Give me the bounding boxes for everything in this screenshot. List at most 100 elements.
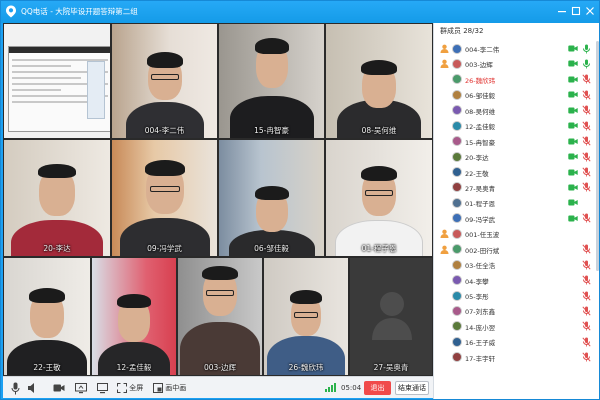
member-name: 001-任玉波: [465, 231, 500, 240]
speaker-icon[interactable]: [27, 381, 38, 395]
member-name: 20-李达: [465, 154, 489, 163]
member-row[interactable]: 17-丰宇轩: [434, 350, 599, 365]
video-tile[interactable]: 01-程子恩: [325, 139, 433, 257]
video-tile[interactable]: 20-李达: [3, 139, 111, 257]
video-tile-label: 22-王敬: [33, 363, 61, 372]
mic-muted-icon: [582, 275, 591, 285]
call-timer: 05:04: [341, 384, 362, 392]
avatar: [452, 213, 462, 224]
member-name: 17-丰宇轩: [465, 354, 496, 363]
camera-on-icon: [568, 45, 578, 52]
avatar: [452, 43, 462, 54]
member-row[interactable]: 04-李攀: [434, 273, 599, 288]
video-tile-label: 06-邹佳毅: [254, 244, 289, 253]
member-name: 27-吴奥青: [465, 184, 496, 193]
avatar: [452, 244, 462, 255]
picture-in-picture-button[interactable]: 画中画: [153, 381, 186, 395]
avatar: [452, 228, 462, 239]
member-row[interactable]: 08-吴何维: [434, 103, 599, 118]
member-row[interactable]: 002-田行斌: [434, 242, 599, 257]
member-row[interactable]: 15-冉智豪: [434, 134, 599, 149]
minimize-icon[interactable]: [555, 4, 569, 18]
video-tile-label: 004-李二伟: [144, 126, 185, 135]
member-row[interactable]: 03-任全浩: [434, 257, 599, 272]
member-name: 16-王子威: [465, 339, 496, 348]
avatar: [452, 167, 462, 177]
video-tile[interactable]: 22-王敬: [3, 257, 91, 376]
video-tile-label: 15-冉智豪: [254, 126, 289, 135]
member-row[interactable]: 07-刘东鑫: [434, 303, 599, 318]
camera-on-icon: [568, 169, 578, 175]
window-title: QQ电话 - 大院毕设开题答辩第二组: [21, 7, 138, 16]
member-name: 05-李彤: [465, 293, 489, 301]
avatar: [452, 336, 462, 347]
member-row[interactable]: 14-庞小翌: [434, 319, 599, 334]
mic-on-icon: [583, 44, 590, 53]
video-tile[interactable]: 09-冯学武: [111, 139, 218, 257]
pip-icon: [153, 383, 163, 393]
maximize-icon[interactable]: [569, 4, 583, 18]
avatar: [452, 290, 462, 301]
display-icon[interactable]: [97, 381, 108, 395]
avatar: [452, 151, 462, 162]
microphone-icon[interactable]: [11, 381, 20, 395]
avatar: [452, 259, 462, 270]
mic-muted-icon: [582, 90, 591, 100]
mic-muted-icon: [582, 337, 591, 347]
member-list: 004-李二伟 003-边辉 26-魏欣玮 06-邹佳毅 08-吴何维 12-孟佳毅 15-…: [434, 41, 599, 365]
video-tile[interactable]: 003-边辉: [177, 257, 263, 376]
title-bar[interactable]: QQ电话 - 大院毕设开题答辩第二组: [1, 1, 599, 23]
default-avatar-icon: [372, 292, 412, 340]
close-icon[interactable]: [583, 4, 597, 18]
mic-muted-icon: [582, 213, 591, 223]
member-list-scrollbar[interactable]: [596, 41, 599, 271]
fullscreen-icon: [117, 383, 127, 393]
member-row[interactable]: 001-任玉波: [434, 226, 599, 241]
video-tile[interactable]: 12-孟佳毅: [91, 257, 177, 376]
video-tile[interactable]: 08-吴何维: [325, 23, 433, 139]
video-tile[interactable]: 15-冉智豪: [218, 23, 325, 139]
admin-user-icon: [440, 44, 449, 53]
member-name: 14-庞小翌: [465, 323, 496, 332]
admin-user-icon: [440, 245, 449, 254]
mic-muted-icon: [582, 260, 591, 270]
member-name: 07-刘东鑫: [465, 308, 496, 317]
camera-on-icon: [568, 122, 578, 129]
member-name: 002-田行斌: [465, 246, 500, 255]
member-row[interactable]: 20-李达: [434, 149, 599, 164]
video-tile-screen-share[interactable]: [3, 23, 111, 139]
camera-icon[interactable]: [53, 381, 65, 395]
member-row[interactable]: 09-冯学武: [434, 211, 599, 226]
exit-button[interactable]: 退出: [364, 381, 391, 395]
video-tile-camera-off[interactable]: 27-吴奥青: [349, 257, 433, 376]
member-row[interactable]: 06-邹佳毅: [434, 87, 599, 102]
member-row[interactable]: 16-王子威: [434, 334, 599, 349]
member-row[interactable]: 003-边辉: [434, 56, 599, 71]
camera-on-icon: [568, 107, 578, 114]
mic-muted-icon: [582, 136, 591, 146]
member-row[interactable]: 05-李彤: [434, 288, 599, 303]
member-row[interactable]: 12-孟佳毅: [434, 118, 599, 133]
video-tile[interactable]: 26-魏欣玮: [263, 257, 349, 376]
share-screen-icon[interactable]: [75, 381, 87, 395]
video-tile[interactable]: 06-邹佳毅: [218, 139, 325, 257]
qq-phone-icon: [6, 5, 16, 18]
camera-on-icon: [568, 184, 578, 191]
mic-muted-icon: [582, 306, 591, 316]
member-name: 004-李二伟: [465, 46, 500, 54]
member-row[interactable]: 27-吴奥青: [434, 180, 599, 195]
member-row[interactable]: 26-魏欣玮: [434, 72, 599, 87]
mic-muted-icon: [582, 290, 591, 301]
member-row[interactable]: 22-王敬: [434, 165, 599, 180]
mic-muted-icon: [582, 152, 591, 162]
member-panel: 群成员 28/32 004-李二伟 003-边辉 26-魏欣玮 06-邹佳毅 08-吴何…: [433, 23, 599, 399]
fullscreen-button[interactable]: 全屏: [117, 381, 143, 395]
video-tile-label: 26-魏欣玮: [288, 363, 324, 372]
mic-muted-icon: [582, 244, 591, 254]
video-tile[interactable]: 004-李二伟: [111, 23, 218, 139]
video-tile-label: 12-孟佳毅: [116, 363, 152, 372]
end-call-button[interactable]: 结束通话: [395, 381, 429, 395]
member-row[interactable]: 004-李二伟: [434, 41, 599, 56]
member-row[interactable]: 01-程子恩: [434, 195, 599, 210]
camera-on-icon: [568, 153, 578, 160]
